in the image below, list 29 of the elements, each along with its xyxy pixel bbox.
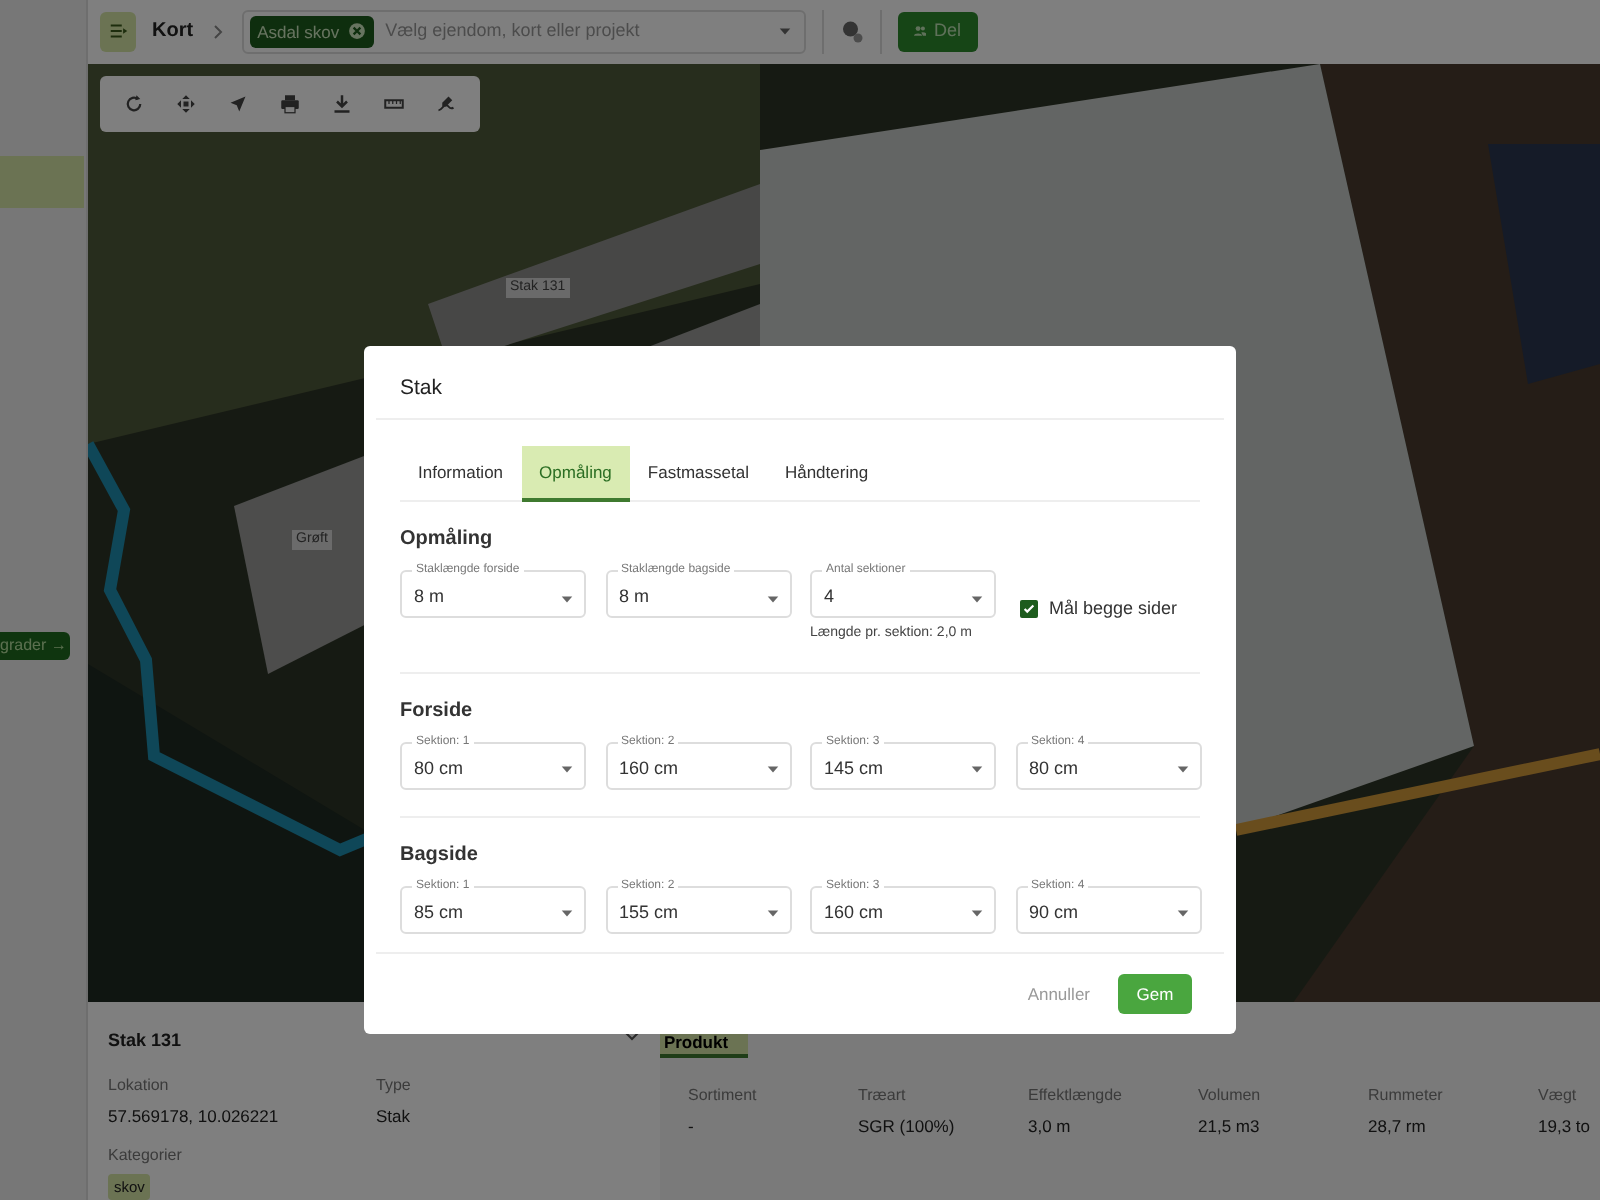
tab[interactable]: Fastmassetal [629,446,767,502]
field-label: Type [376,1074,413,1098]
dialog-title: Stak [376,346,1224,420]
table-cell-text: 21,5 m3 [1198,1114,1262,1140]
field-label: Kategorier [108,1143,184,1168]
section-heading: Forside [400,697,475,725]
table-cell-text: - [688,1114,696,1140]
tab[interactable]: Håndtering [766,446,887,502]
field-value: Stak [376,1104,413,1130]
detail-title: Stak 131 [108,1028,182,1054]
table-cell-text: 19,3 to [1538,1114,1592,1140]
field-value: 57.569178, 10.026221 [108,1104,281,1130]
tab[interactable]: Opmåling [521,446,630,502]
checkbox-label: Mål begge sider [1049,596,1178,622]
column-header: Sortiment [688,1084,759,1108]
column-header: Rummeter [1368,1084,1445,1108]
section-heading: Opmåling [400,525,495,554]
column-header: Træart [858,1084,908,1108]
table-cell-text: 3,0 m [1028,1114,1073,1140]
column-header: Vægt [1538,1084,1579,1108]
tab[interactable]: Information [400,446,522,502]
table-cell-text: SGR (100%) [858,1114,957,1140]
column-header: Volumen [1198,1084,1263,1108]
section-heading: Bagside [400,841,480,869]
breadcrumb-item[interactable]: Kort [152,16,194,47]
table-cell-text: 28,7 rm [1368,1114,1428,1140]
chip-label: Asdal skov [257,19,340,45]
field-label: Lokation [108,1074,171,1098]
column-header: Effektlængde [1028,1084,1124,1108]
